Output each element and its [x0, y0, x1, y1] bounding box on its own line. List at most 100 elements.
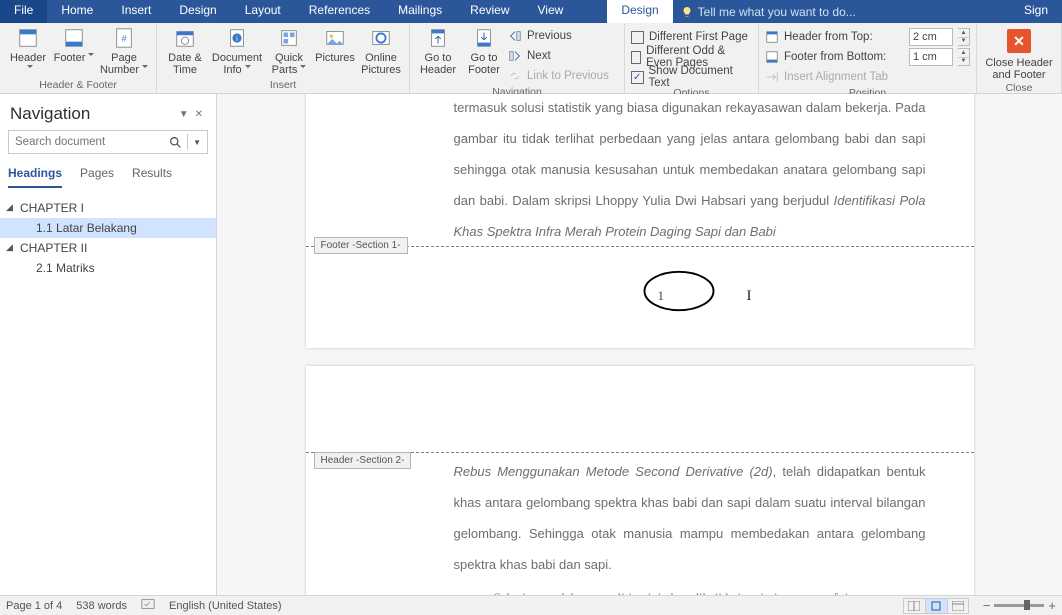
- view-print-layout[interactable]: [925, 598, 947, 614]
- online-pictures-button[interactable]: Online Pictures: [359, 25, 403, 76]
- spinner-icon[interactable]: ▲▼: [958, 28, 970, 46]
- docinfo-icon: i: [226, 27, 248, 49]
- header-section-label: Header -Section 2-: [314, 452, 412, 469]
- date-time-button[interactable]: Date & Time: [163, 25, 207, 76]
- search-icon: [169, 136, 182, 149]
- search-dropdown-icon[interactable]: ▼: [193, 138, 201, 147]
- view-read-mode[interactable]: [903, 598, 925, 614]
- header-from-top-input[interactable]: 2 cm: [909, 28, 953, 46]
- view-web-layout[interactable]: [947, 598, 969, 614]
- pictures-icon: [324, 27, 346, 49]
- footer-button[interactable]: Footer: [52, 25, 96, 64]
- checkbox-unchecked-icon: [631, 31, 644, 44]
- nav-close-icon[interactable]: ✕: [192, 109, 206, 120]
- status-page[interactable]: Page 1 of 4: [6, 600, 62, 612]
- page-2: Header -Section 2- Rebus Menggunakan Met…: [306, 366, 974, 595]
- header-icon: [17, 27, 39, 49]
- menu-tabs: File Home Insert Design Layout Reference…: [0, 0, 1062, 23]
- nav-tab-headings[interactable]: Headings: [8, 162, 62, 188]
- show-document-text-checkbox[interactable]: ✓Show Document Text: [631, 68, 752, 86]
- document-surface[interactable]: termasuk solusi statistik yang biasa dig…: [217, 94, 1062, 595]
- group-label-close: Close: [983, 81, 1055, 95]
- tab-review[interactable]: Review: [456, 0, 523, 23]
- page2-body-text[interactable]: Rebus Menggunakan Metode Second Derivati…: [454, 456, 926, 580]
- close-header-footer-button[interactable]: ✕ Close Header and Footer: [983, 25, 1055, 81]
- text-cursor: I: [747, 288, 748, 304]
- nav-search[interactable]: ▼: [8, 130, 208, 154]
- footer-from-bottom-input[interactable]: 1 cm: [909, 48, 953, 66]
- tab-references[interactable]: References: [295, 0, 384, 23]
- nav-next-button[interactable]: Next: [508, 47, 618, 65]
- datetime-icon: [174, 27, 196, 49]
- footer-bottom-icon: [765, 50, 779, 64]
- goto-header-icon: [427, 27, 449, 49]
- nav-tab-results[interactable]: Results: [132, 162, 172, 188]
- nav-prev-icon: [508, 29, 522, 43]
- header-button[interactable]: Header: [6, 25, 50, 76]
- tab-insert[interactable]: Insert: [107, 0, 165, 23]
- nav-tab-pages[interactable]: Pages: [80, 162, 114, 188]
- different-first-page-checkbox[interactable]: Different First Page: [631, 28, 752, 46]
- pagenum-icon: #: [113, 27, 135, 49]
- different-odd-even-checkbox[interactable]: Different Odd & Even Pages: [631, 48, 752, 66]
- document-info-button[interactable]: i Document Info: [209, 25, 265, 76]
- nav-pane-title: Navigation: [10, 104, 176, 124]
- spinner-icon[interactable]: ▲▼: [958, 48, 970, 66]
- align-tab-icon: [765, 70, 779, 84]
- sign-in-button[interactable]: Sign: [1010, 0, 1062, 23]
- ribbon: Header Footer # Page Number Header & Foo…: [0, 23, 1062, 94]
- status-words[interactable]: 538 words: [76, 600, 127, 612]
- tree-item-chapter1[interactable]: ◢CHAPTER I: [0, 198, 216, 218]
- zoom-control[interactable]: − +: [983, 598, 1056, 613]
- nav-next-icon: [508, 49, 522, 63]
- nav-dropdown-icon[interactable]: ▼: [176, 109, 192, 120]
- header-top-icon: [765, 30, 779, 44]
- tab-view[interactable]: View: [524, 0, 578, 23]
- close-x-icon: ✕: [1007, 29, 1031, 53]
- goto-header-button[interactable]: Go to Header: [416, 25, 460, 76]
- tree-item-2-1[interactable]: 2.1 Matriks: [0, 258, 216, 278]
- lightbulb-icon: [681, 6, 693, 18]
- tell-me-placeholder: Tell me what you want to do...: [698, 5, 856, 19]
- nav-search-input[interactable]: [15, 136, 169, 148]
- tab-mailings[interactable]: Mailings: [384, 0, 456, 23]
- goto-footer-icon: [473, 27, 495, 49]
- link-icon: [508, 69, 522, 83]
- group-label-insert: Insert: [163, 78, 403, 92]
- insert-alignment-tab-button[interactable]: Insert Alignment Tab: [765, 68, 970, 86]
- tree-item-chapter2[interactable]: ◢CHAPTER II: [0, 238, 216, 258]
- status-proofing-icon[interactable]: [141, 597, 155, 614]
- nav-previous-button[interactable]: Previous: [508, 27, 618, 45]
- page-number-button[interactable]: # Page Number: [98, 25, 150, 76]
- tab-design[interactable]: Design: [165, 0, 230, 23]
- tab-context-design[interactable]: Design: [607, 0, 672, 23]
- checkbox-unchecked-icon: [631, 51, 641, 64]
- tree-item-1-1[interactable]: 1.1 Latar Belakang: [0, 218, 216, 238]
- view-mode-buttons: [903, 598, 969, 614]
- checkbox-checked-icon: ✓: [631, 71, 644, 84]
- quick-parts-button[interactable]: Quick Parts: [267, 25, 311, 76]
- tab-layout[interactable]: Layout: [231, 0, 295, 23]
- goto-footer-button[interactable]: Go to Footer: [462, 25, 506, 76]
- tab-file[interactable]: File: [0, 0, 47, 23]
- annotation-circle: [640, 268, 718, 314]
- pictures-button[interactable]: Pictures: [313, 25, 357, 64]
- page1-body-text[interactable]: termasuk solusi statistik yang biasa dig…: [454, 94, 926, 247]
- nav-tree: ◢CHAPTER I 1.1 Latar Belakang ◢CHAPTER I…: [0, 194, 216, 282]
- footer-icon: [63, 27, 85, 49]
- link-to-previous-button[interactable]: Link to Previous: [508, 67, 618, 85]
- tab-home[interactable]: Home: [47, 0, 107, 23]
- zoom-slider[interactable]: [994, 604, 1044, 607]
- status-bar: Page 1 of 4 538 words English (United St…: [0, 595, 1062, 615]
- footer-section-label: Footer -Section 1-: [314, 237, 408, 254]
- tell-me-search[interactable]: Tell me what you want to do...: [673, 0, 864, 23]
- page-1: termasuk solusi statistik yang biasa dig…: [306, 94, 974, 348]
- zoom-out-icon[interactable]: −: [983, 598, 991, 613]
- zoom-in-icon[interactable]: +: [1048, 598, 1056, 613]
- online-pictures-icon: [370, 27, 392, 49]
- caret-down-icon: ◢: [6, 202, 13, 213]
- group-label-header-footer: Header & Footer: [6, 78, 150, 92]
- status-language[interactable]: English (United States): [169, 600, 282, 612]
- navigation-pane: Navigation ▼ ✕ ▼ Headings Pages Results …: [0, 94, 217, 595]
- page2-body-text-2[interactable]: Selanjutnya dalam penelitian ini akan di…: [454, 582, 926, 595]
